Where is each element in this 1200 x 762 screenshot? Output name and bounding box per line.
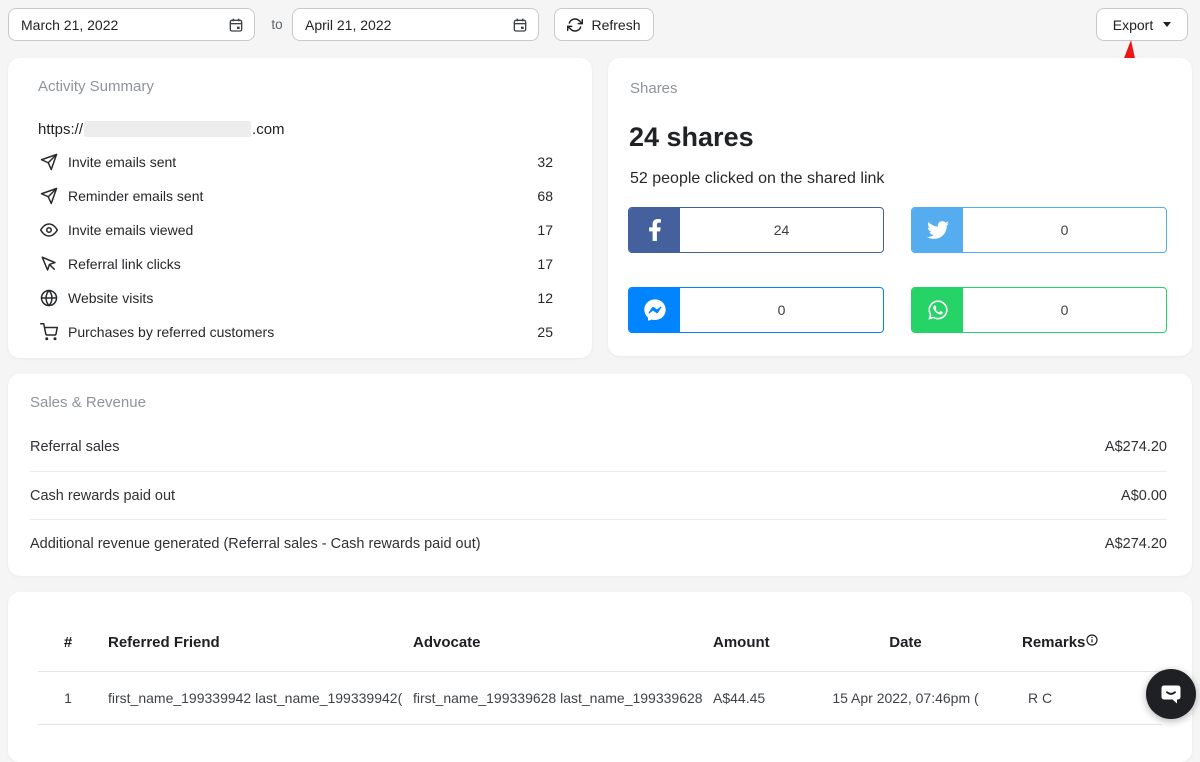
activity-row-label: Website visits xyxy=(68,290,153,306)
whatsapp-share-count: 0 xyxy=(963,288,1166,332)
activity-row-label: Purchases by referred customers xyxy=(68,324,274,340)
info-icon[interactable] xyxy=(1086,634,1098,646)
header-advocate: Advocate xyxy=(403,634,703,651)
url-redacted-area xyxy=(84,121,251,137)
header-remarks: Remarks xyxy=(1018,634,1162,651)
referral-url: https:// .com xyxy=(38,120,285,138)
activity-row: Invite emails viewed 17 xyxy=(40,213,553,247)
date-range-separator: to xyxy=(262,8,292,41)
calendar-icon xyxy=(512,17,528,33)
twitter-share-count: 0 xyxy=(963,208,1166,252)
social-share-buttons: 24 0 0 0 xyxy=(628,207,1167,333)
activity-row-value: 12 xyxy=(537,290,553,306)
activity-row: Website visits 12 xyxy=(40,281,553,315)
chat-bubble-icon xyxy=(1158,681,1184,707)
refresh-button[interactable]: Refresh xyxy=(554,8,654,41)
cell-amount: A$44.45 xyxy=(703,690,793,706)
messenger-share-count: 0 xyxy=(680,288,883,332)
header-referred-friend: Referred Friend xyxy=(98,634,403,651)
date-from-input[interactable]: March 21, 2022 xyxy=(8,8,255,41)
activity-row-label: Reminder emails sent xyxy=(68,188,203,204)
activity-row-value: 25 xyxy=(537,324,553,340)
header-num: # xyxy=(38,634,98,651)
url-suffix: .com xyxy=(252,121,285,138)
cell-date: 15 Apr 2022, 07:46pm ( xyxy=(793,690,1018,706)
shares-card: Shares 24 shares 52 people clicked on th… xyxy=(608,58,1192,356)
sales-revenue-card: Sales & Revenue Referral sales A$274.20 … xyxy=(8,374,1192,576)
activity-row-label: Referral link clicks xyxy=(68,256,181,272)
date-to-input[interactable]: April 21, 2022 xyxy=(292,8,539,41)
cell-num: 1 xyxy=(38,690,98,706)
shares-title: Shares xyxy=(630,80,678,97)
referrals-table-card: # Referred Friend Advocate Amount Date R… xyxy=(8,592,1192,762)
activity-row-value: 32 xyxy=(537,154,553,170)
calendar-icon xyxy=(228,17,244,33)
table-header-row: # Referred Friend Advocate Amount Date R… xyxy=(38,592,1162,672)
activity-row-value: 68 xyxy=(537,188,553,204)
table-row: 1 first_name_199339942 last_name_1993399… xyxy=(38,672,1162,725)
activity-row-label: Invite emails viewed xyxy=(68,222,193,238)
sales-row-label: Additional revenue generated (Referral s… xyxy=(30,536,481,552)
shares-subline: 52 people clicked on the shared link xyxy=(630,170,884,188)
sales-row-label: Cash rewards paid out xyxy=(30,488,175,504)
facebook-icon xyxy=(629,208,680,252)
activity-row: Invite emails sent 32 xyxy=(40,145,553,179)
refresh-icon xyxy=(567,17,583,33)
sales-row-label: Referral sales xyxy=(30,439,119,455)
cell-remarks: R C xyxy=(1018,690,1162,706)
export-button[interactable]: Export xyxy=(1096,8,1188,41)
sales-row-value: A$0.00 xyxy=(1121,488,1167,504)
send-icon xyxy=(40,153,58,171)
twitter-share-button[interactable]: 0 xyxy=(911,207,1167,253)
cell-advocate: first_name_199339628 last_name_199339628… xyxy=(403,690,703,706)
facebook-share-button[interactable]: 24 xyxy=(628,207,884,253)
send-icon xyxy=(40,187,58,205)
sales-revenue-title: Sales & Revenue xyxy=(30,394,146,411)
activity-summary-card: Activity Summary https:// .com Invite em… xyxy=(8,58,592,358)
twitter-icon xyxy=(912,208,963,252)
facebook-share-count: 24 xyxy=(680,208,883,252)
activity-rows: Invite emails sent 32 Reminder emails se… xyxy=(40,145,553,349)
whatsapp-share-button[interactable]: 0 xyxy=(911,287,1167,333)
globe-icon xyxy=(40,289,58,307)
caret-down-icon xyxy=(1163,22,1171,27)
sales-row-value: A$274.20 xyxy=(1105,536,1167,552)
cursor-click-icon xyxy=(40,255,58,273)
activity-row: Referral link clicks 17 xyxy=(40,247,553,281)
date-to-value: April 21, 2022 xyxy=(305,17,391,33)
date-from-value: March 21, 2022 xyxy=(21,17,118,33)
refresh-label: Refresh xyxy=(591,17,640,33)
shares-headline: 24 shares xyxy=(629,122,754,153)
sales-row-value: A$274.20 xyxy=(1105,439,1167,455)
header-amount: Amount xyxy=(703,634,793,651)
messenger-icon xyxy=(629,288,680,332)
eye-icon xyxy=(40,221,58,239)
activity-row: Reminder emails sent 68 xyxy=(40,179,553,213)
sales-row: Additional revenue generated (Referral s… xyxy=(30,519,1167,567)
activity-row-value: 17 xyxy=(537,222,553,238)
cell-referred-friend: first_name_199339942 last_name_199339942… xyxy=(98,690,403,706)
whatsapp-icon xyxy=(912,288,963,332)
activity-row: Purchases by referred customers 25 xyxy=(40,315,553,349)
activity-row-value: 17 xyxy=(537,256,553,272)
chat-launcher-button[interactable] xyxy=(1146,669,1196,719)
header-date: Date xyxy=(793,634,1018,651)
activity-row-label: Invite emails sent xyxy=(68,154,176,170)
url-prefix: https:// xyxy=(38,121,83,138)
messenger-share-button[interactable]: 0 xyxy=(628,287,884,333)
export-label: Export xyxy=(1113,17,1153,33)
sales-rows: Referral sales A$274.20 Cash rewards pai… xyxy=(30,423,1167,567)
sales-row: Cash rewards paid out A$0.00 xyxy=(30,471,1167,519)
cart-icon xyxy=(40,323,58,341)
sales-row: Referral sales A$274.20 xyxy=(30,423,1167,471)
activity-summary-title: Activity Summary xyxy=(38,78,154,95)
